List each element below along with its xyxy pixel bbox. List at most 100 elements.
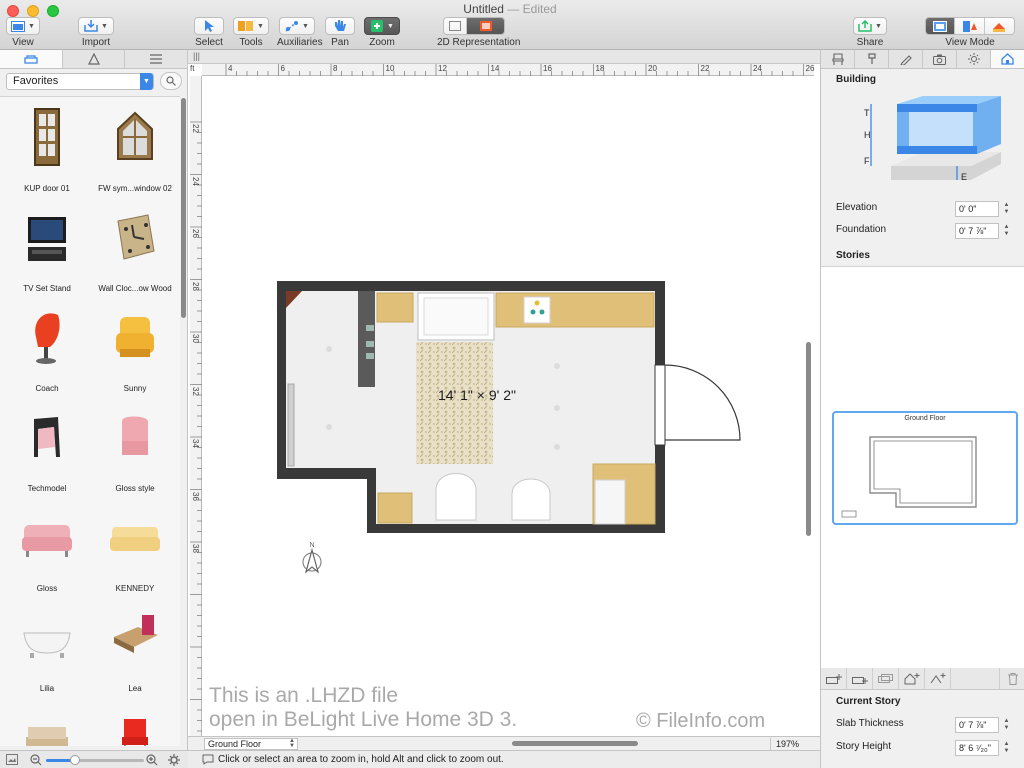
favorites-dropdown[interactable]: Favorites ▼ [6,73,154,90]
duplicate-story-button[interactable] [873,668,899,690]
catalog-item[interactable]: Wall Cloc...ow Wood [90,197,180,297]
library-scrollbar[interactable] [181,98,186,318]
add-story-below-button[interactable] [847,668,873,690]
tab-objects[interactable] [821,50,855,68]
zoom-percentage[interactable]: 197% [770,738,818,750]
add-roof-button[interactable] [925,668,951,690]
catalog-item[interactable]: TV Set Stand [2,197,92,297]
2d-representation-toggle[interactable]: 2D Representation [437,17,520,48]
delete-story-button[interactable] [999,668,1024,690]
search-button[interactable] [160,72,182,90]
split-view-icon[interactable] [955,18,985,34]
tab-edit[interactable] [889,50,923,68]
catalog-item[interactable]: Coach [2,297,92,397]
add-story-icon [851,677,868,684]
slab-thickness-stepper[interactable]: ▲ ▼ [1003,718,1010,732]
compass-icon[interactable]: N [302,542,322,574]
plan-vertical-scrollbar[interactable] [806,342,811,536]
elevation-stepper[interactable]: ▲ ▼ [1003,202,1010,216]
clock-icon [117,214,155,260]
close-window-button[interactable] [7,5,19,17]
cabinet[interactable] [377,492,413,524]
plan-view[interactable]: ||| ft 4 6 8 10 12 14 16 18 20 22 24 26 22 24 26 28 30 3… [188,50,820,750]
auxiliaries-button[interactable]: ▼ Auxiliaries [277,17,323,48]
tab-materials[interactable] [63,50,126,68]
tab-light[interactable] [957,50,991,68]
tab-list[interactable] [125,50,189,68]
paint-icon [867,53,876,64]
thumbnail-icon[interactable] [6,754,18,765]
plan-outline-icon[interactable] [444,18,468,34]
inspector-panel: Building T H F E Elevation 0' 0" ▲ ▼ Foun… [820,50,1024,768]
import-button[interactable]: ▼ Import [78,17,114,48]
pencil-icon [899,55,912,65]
catalog-item[interactable]: Sunny [90,297,180,397]
elevation-field[interactable]: 0' 0" [955,201,999,217]
thumbnail-size-slider[interactable] [46,755,144,765]
share-button[interactable]: ▼ Share [853,17,887,48]
plan-filled-icon[interactable] [467,18,504,34]
story-thumbnail [841,436,977,518]
bidet[interactable] [511,478,551,521]
bathtub-icon [23,632,71,658]
catalog-grid: KUP door 01 FW sym...window 02 TV Set St… [0,96,180,746]
pan-button[interactable]: Pan [325,17,355,48]
catalog-item[interactable] [2,697,92,746]
catalog-item[interactable]: KUP door 01 [2,97,92,197]
tab-building[interactable] [991,50,1024,68]
catalog-item[interactable]: Lea [90,597,180,697]
zoom-out-icon[interactable] [30,754,42,766]
catalog-item[interactable]: Gloss style [90,397,180,497]
catalog-item[interactable] [90,697,180,746]
2d-view-icon[interactable] [926,18,956,34]
cabinet[interactable] [495,292,655,328]
chair-icon [122,416,148,455]
story-height-field[interactable]: 8' 6 ⁷⁄₂₀" [955,740,999,756]
tab-furniture[interactable] [0,50,63,68]
toolbar: Untitled — Edited ▼ View ▼ Import Select… [0,0,1024,50]
catalog-item[interactable]: Gloss [2,497,92,597]
foundation-field[interactable]: 0' 7 ⅞" [955,223,999,239]
tools-icon [238,21,254,31]
catalog-item[interactable]: FW sym...window 02 [90,97,180,197]
select-button[interactable]: Select [194,17,224,48]
foundation-label: Foundation [836,224,887,235]
door-opening[interactable] [654,364,666,446]
search-icon [166,76,176,86]
3d-view-icon[interactable] [984,18,1014,34]
cabinet[interactable] [376,292,414,323]
rug[interactable] [416,342,493,464]
plan-horizontal-scrollbar[interactable] [512,741,638,746]
watermark-line2: open in BeLight Live Home 3D 3. [209,708,518,731]
catalog-item[interactable]: KENNEDY [90,497,180,597]
toilet[interactable] [435,473,477,521]
slab-thickness-field[interactable]: 0' 7 ⅞" [955,717,999,733]
sofa-icon [110,527,160,551]
view-mode-toggle[interactable]: View Mode [924,17,1016,48]
add-story-above-button[interactable] [821,668,847,690]
minimize-window-button[interactable] [27,5,39,17]
chair-tab-icon [831,53,844,65]
zoom-window-button[interactable] [47,5,59,17]
add-basement-button[interactable] [899,668,925,690]
list-icon [150,54,163,64]
duplicate-story-icon [877,674,893,683]
floor-plan[interactable]: 14' 1" × 9' 2" N [188,50,820,736]
foundation-stepper[interactable]: ▲ ▼ [1003,224,1010,238]
catalog-item[interactable]: Lilia [2,597,92,697]
view-button[interactable]: ▼ View [6,17,40,48]
kitchen-column[interactable] [358,291,375,387]
catalog-item[interactable]: Techmodel [2,397,92,497]
story-height-stepper[interactable]: ▲ ▼ [1003,741,1010,755]
sun-icon [967,53,980,65]
tab-materials[interactable] [855,50,889,68]
svg-text:N: N [309,542,314,549]
zoom-in-icon[interactable] [146,754,158,766]
slider-knob[interactable] [70,755,80,765]
tools-button[interactable]: ▼ Tools [233,17,269,48]
tab-camera[interactable] [923,50,957,68]
story-card-ground-floor[interactable]: Ground Floor [832,411,1018,525]
gear-icon[interactable] [168,754,180,766]
level-dropdown[interactable]: Ground Floor ▲ ▼ [204,738,298,750]
zoom-button[interactable]: ▼ Zoom [364,17,400,48]
